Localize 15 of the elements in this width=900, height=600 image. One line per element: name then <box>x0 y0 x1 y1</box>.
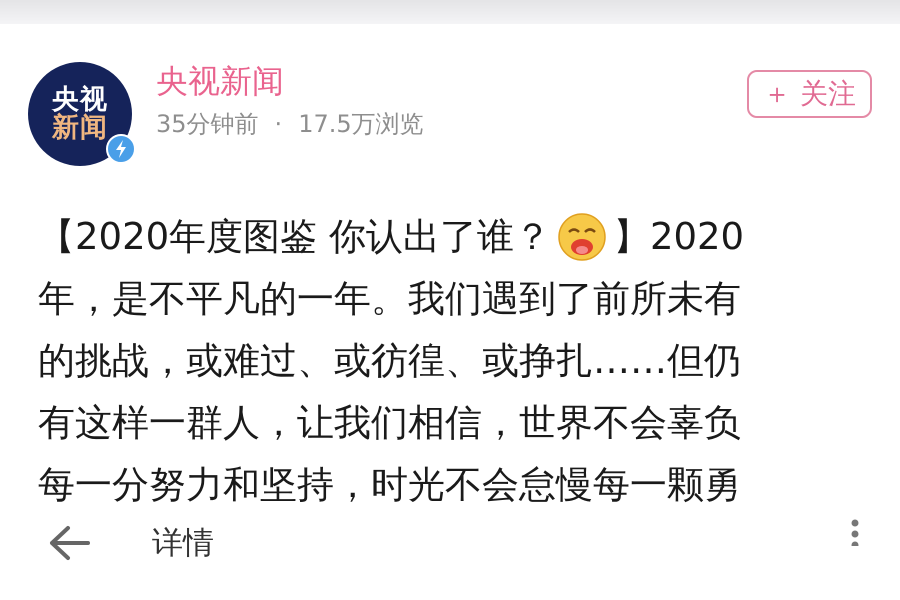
post-text: 年，是不平凡的一年。我们遇到了前所未有 <box>38 276 741 322</box>
view-count: 17.5万浏览 <box>298 110 424 140</box>
post-text: 每一分努力和坚持，时光不会怠慢每一颗勇 <box>38 462 741 508</box>
page-title: 详情 <box>152 524 214 563</box>
separator-dot: · <box>274 110 282 140</box>
post-text: 的挑战，或难过、或彷徨、或挣扎……但仍 <box>38 338 741 384</box>
more-icon[interactable] <box>850 518 860 546</box>
post-text: 【2020年度图鉴 你认出了谁？ <box>38 214 551 260</box>
post-text: 】2020 <box>612 214 744 260</box>
emoji-icon <box>556 212 607 262</box>
post-text: 有这样一群人，让我们相信，世界不会辜负 <box>38 400 741 446</box>
back-icon[interactable] <box>48 525 90 562</box>
post-time: 35分钟前 <box>156 110 259 140</box>
follow-button[interactable]: ＋ 关注 <box>747 70 872 118</box>
account-name[interactable]: 央视新闻 <box>156 62 748 100</box>
